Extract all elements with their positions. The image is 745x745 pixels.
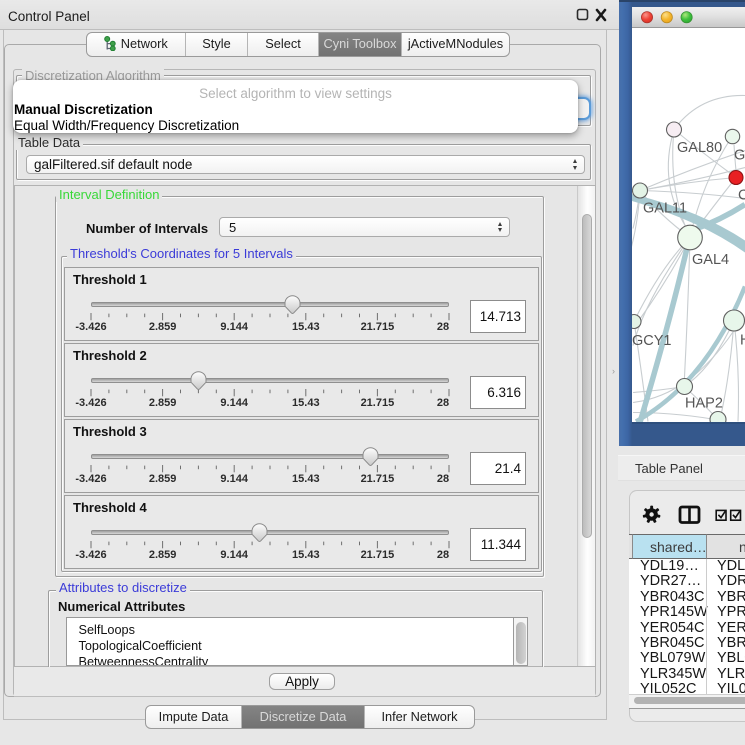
svg-text:GA: GA: [734, 147, 745, 163]
svg-text:GCY1: GCY1: [632, 333, 672, 349]
svg-text:HAP2: HAP2: [685, 395, 723, 411]
svg-text:GAL11: GAL11: [643, 200, 687, 216]
svg-text:C: C: [738, 187, 745, 203]
svg-text:H: H: [740, 332, 745, 348]
svg-text:GAL4: GAL4: [692, 252, 729, 268]
svg-text:GAL80: GAL80: [677, 140, 722, 156]
